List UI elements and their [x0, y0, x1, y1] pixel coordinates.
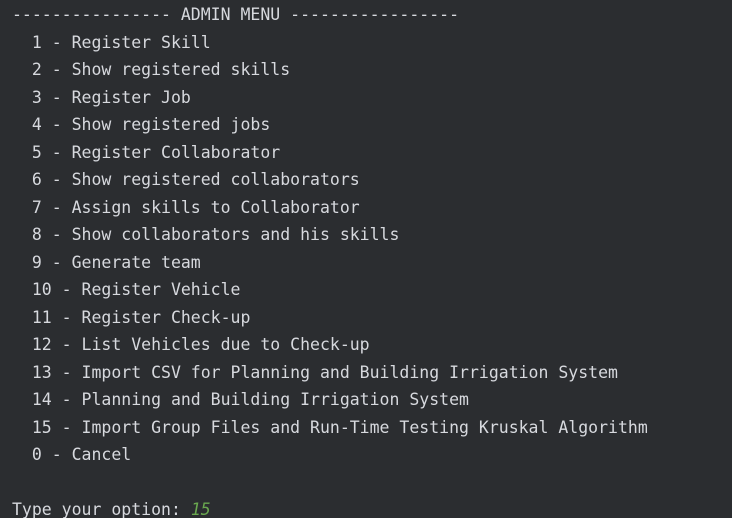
console-output: ---------------- ADMIN MENU ------------…	[0, 0, 732, 518]
menu-item-9: 9 - Generate team	[12, 253, 201, 272]
menu-item-2: 2 - Show registered skills	[12, 60, 291, 79]
menu-item-7: 7 - Assign skills to Collaborator	[12, 198, 360, 217]
menu-item-6: 6 - Show registered collaborators	[12, 170, 360, 189]
menu-item-4: 4 - Show registered jobs	[12, 115, 271, 134]
menu-item-5: 5 - Register Collaborator	[12, 143, 281, 162]
menu-item-14: 14 - Planning and Building Irrigation Sy…	[12, 390, 469, 409]
menu-item-10: 10 - Register Vehicle	[12, 280, 241, 299]
input-prompt[interactable]: Type your option: 15	[12, 496, 211, 518]
menu-header: ---------------- ADMIN MENU ------------…	[12, 5, 460, 24]
menu-item-11: 11 - Register Check-up	[12, 308, 251, 327]
menu-item-13: 13 - Import CSV for Planning and Buildin…	[12, 363, 618, 382]
menu-item-0: 0 - Cancel	[12, 445, 132, 464]
menu-item-3: 3 - Register Job	[12, 88, 191, 107]
menu-item-8: 8 - Show collaborators and his skills	[12, 225, 400, 244]
menu-item-1: 1 - Register Skill	[12, 33, 211, 52]
menu-item-15: 15 - Import Group Files and Run-Time Tes…	[12, 418, 648, 437]
prompt-label: Type your option:	[12, 500, 191, 518]
menu-item-12: 12 - List Vehicles due to Check-up	[12, 335, 370, 354]
prompt-input-value[interactable]: 15	[191, 500, 211, 518]
